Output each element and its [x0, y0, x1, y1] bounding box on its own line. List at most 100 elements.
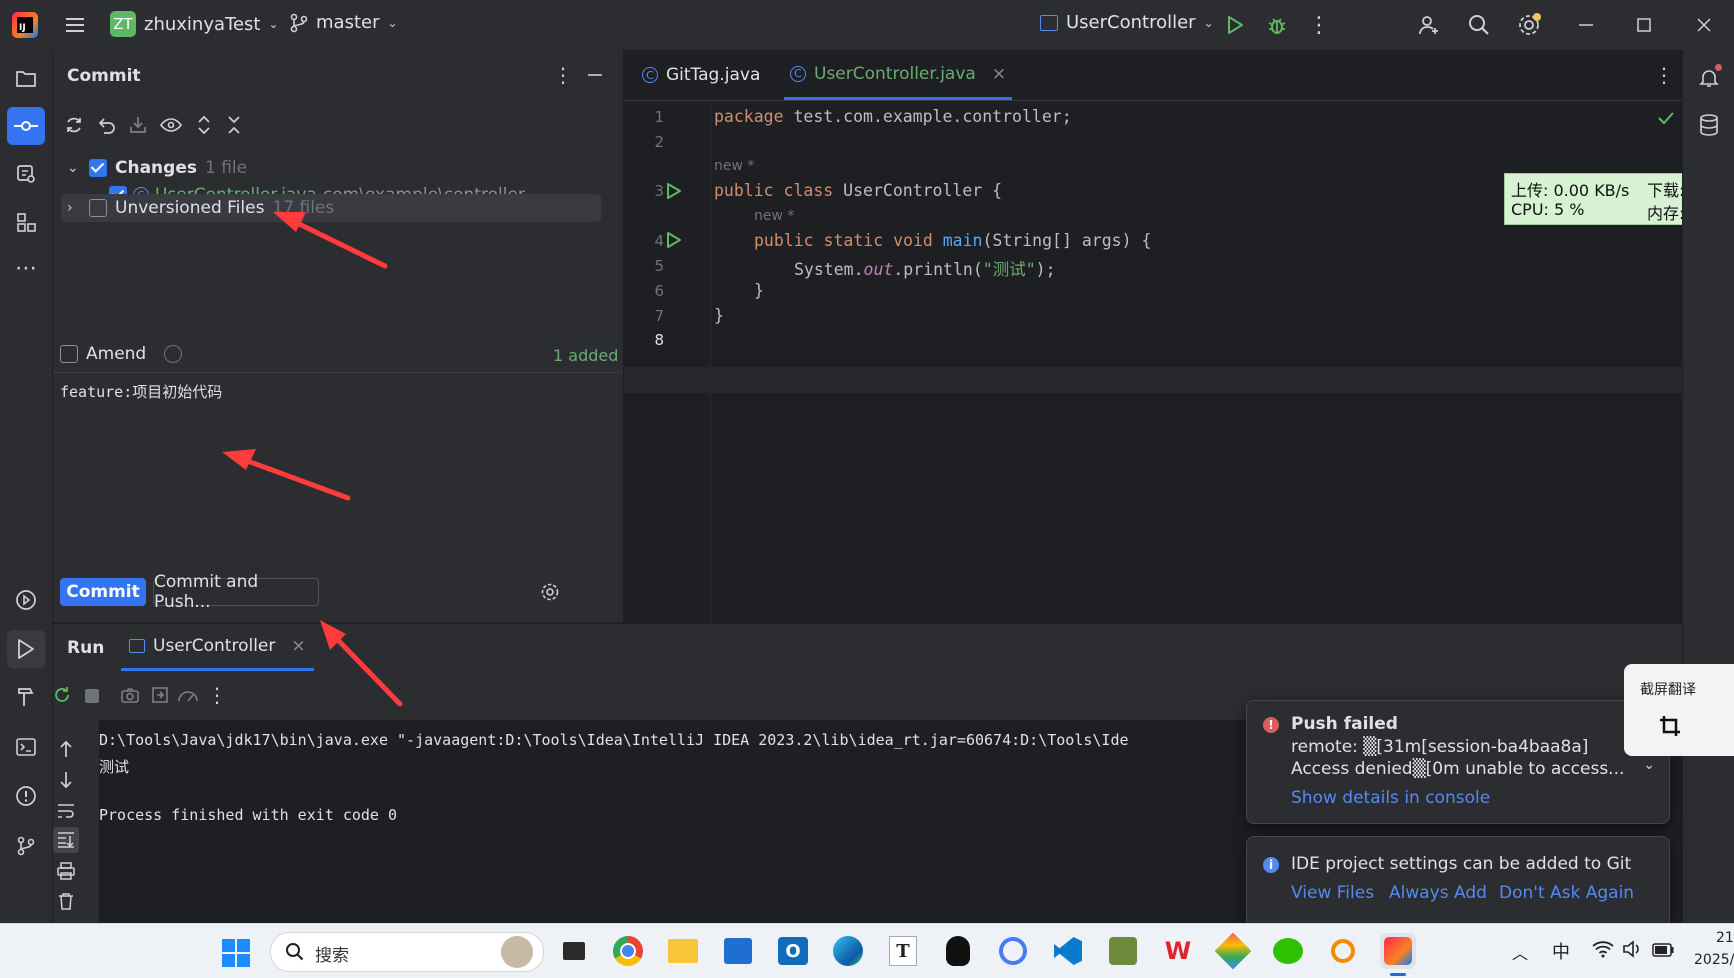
chevron-right-icon[interactable]: ›: [67, 200, 81, 216]
terminal-icon[interactable]: [7, 728, 45, 766]
more-tools-icon[interactable]: ⋯: [7, 249, 45, 287]
expand-chevron-icon[interactable]: ⌄: [1643, 757, 1655, 773]
add-user-icon[interactable]: [1414, 10, 1444, 40]
ime-indicator[interactable]: 中: [1552, 938, 1570, 964]
run-tab-usercontroller[interactable]: UserController ×: [121, 624, 314, 671]
clock-date[interactable]: 2025/: [1694, 952, 1734, 968]
code-line-5[interactable]: System.out.println("测试");: [794, 256, 1056, 280]
edge-icon[interactable]: [830, 933, 866, 969]
refresh-icon[interactable]: [63, 114, 85, 136]
wifi-icon[interactable]: [1592, 940, 1614, 963]
outlook-icon[interactable]: O: [775, 933, 811, 969]
view-files-link[interactable]: View Files: [1291, 883, 1374, 903]
main-menu-icon[interactable]: [62, 12, 88, 38]
services-icon[interactable]: [7, 581, 45, 619]
chrome-icon[interactable]: [610, 933, 646, 969]
code-line-4[interactable]: public static void main(String[] args) {: [754, 231, 1151, 250]
run-more-options-icon[interactable]: ⋮: [207, 683, 227, 707]
screenshot-translate-widget[interactable]: 截屏翻译: [1624, 664, 1734, 756]
intellij-logo-icon[interactable]: IJ: [12, 12, 38, 38]
shelve-icon[interactable]: [127, 114, 149, 136]
typora-icon[interactable]: T: [885, 933, 921, 969]
clear-trash-icon[interactable]: [55, 890, 77, 912]
hide-panel-icon[interactable]: [585, 64, 605, 86]
ide-settings-notification[interactable]: i IDE project settings can be added to G…: [1246, 836, 1670, 928]
chevron-down-icon[interactable]: ⌄: [67, 160, 81, 176]
problems-icon[interactable]: [7, 777, 45, 815]
project-selector[interactable]: ZT zhuxinyaTest ⌄: [110, 11, 279, 37]
commit-options-gear-icon[interactable]: [539, 581, 561, 603]
run-tool-icon[interactable]: [7, 630, 45, 668]
minimize-window-icon[interactable]: [1572, 12, 1600, 38]
unversioned-checkbox[interactable]: [89, 199, 107, 217]
branch-selector[interactable]: master ⌄: [290, 12, 398, 33]
print-icon[interactable]: [55, 860, 77, 882]
amend-checkbox[interactable]: [60, 345, 78, 363]
profiler-gauge-icon[interactable]: [177, 684, 199, 706]
amend-row[interactable]: Amend: [60, 344, 183, 364]
search-icon[interactable]: [1464, 10, 1494, 40]
colorful-app-icon[interactable]: [1214, 932, 1252, 970]
structure-icon[interactable]: [7, 203, 45, 241]
commit-message-area[interactable]: feature:项目初始代码: [53, 372, 623, 563]
rerun-icon[interactable]: [51, 684, 73, 706]
soft-wrap-icon[interactable]: [55, 800, 77, 822]
run-config-selector[interactable]: UserController ⌄: [1040, 12, 1214, 33]
dont-ask-again-link[interactable]: Don't Ask Again: [1499, 883, 1634, 903]
commit-button[interactable]: Commit: [60, 578, 146, 606]
build-hammer-icon[interactable]: [7, 678, 45, 716]
collapse-all-icon[interactable]: [223, 114, 245, 136]
show-details-link[interactable]: Show details in console: [1291, 788, 1490, 808]
changes-checkbox[interactable]: [89, 159, 107, 177]
git-tool-icon[interactable]: [1105, 933, 1141, 969]
commit-and-push-button[interactable]: Commit and Push...: [153, 572, 319, 612]
panel-options-icon[interactable]: ⋮: [553, 63, 573, 87]
qq-icon[interactable]: [940, 933, 976, 969]
debug-icon[interactable]: [1264, 12, 1290, 38]
notifications-bell-icon[interactable]: [1690, 59, 1728, 97]
volume-icon[interactable]: [1622, 940, 1642, 963]
restore-layout-icon[interactable]: [149, 684, 171, 706]
scroll-to-end-icon[interactable]: [53, 827, 79, 853]
always-add-link[interactable]: Always Add: [1389, 883, 1487, 903]
stop-icon[interactable]: [85, 689, 99, 703]
commit-tool-icon[interactable]: [7, 107, 45, 145]
expand-all-icon[interactable]: [193, 114, 215, 136]
maximize-window-icon[interactable]: [1630, 12, 1658, 38]
task-view-icon[interactable]: [556, 933, 592, 969]
no-problems-check-icon[interactable]: [1658, 110, 1674, 130]
close-window-icon[interactable]: [1690, 12, 1718, 38]
code-line-3[interactable]: public class UserController {: [714, 181, 1002, 200]
clock-time[interactable]: 21: [1716, 930, 1734, 946]
code-line-6[interactable]: }: [754, 281, 764, 300]
windows-start-icon[interactable]: [222, 939, 250, 967]
code-line-1[interactable]: package test.com.example.controller;: [714, 107, 1072, 126]
history-clock-icon[interactable]: [164, 345, 183, 363]
unversioned-files-row[interactable]: › Unversioned Files 17 files: [67, 198, 334, 218]
screenshot-camera-icon[interactable]: [119, 684, 141, 706]
settings-gear-icon[interactable]: [1514, 10, 1544, 40]
store-icon[interactable]: [720, 933, 756, 969]
file-explorer-icon[interactable]: [665, 933, 701, 969]
database-icon[interactable]: [1690, 106, 1728, 144]
scroll-up-arrow-icon[interactable]: [55, 738, 77, 760]
intellij-taskbar-icon[interactable]: [1380, 933, 1416, 969]
push-failed-notification[interactable]: ! Push failed remote: ▒[31m[session-ba4b…: [1246, 700, 1670, 824]
vscode-icon[interactable]: [1050, 933, 1086, 969]
tab-gittag-java[interactable]: C GitTag.java: [642, 50, 760, 100]
wps-icon[interactable]: W: [1160, 933, 1196, 969]
code-line-7[interactable]: }: [714, 306, 724, 325]
rollback-icon[interactable]: [95, 114, 117, 136]
search-everything-icon[interactable]: [1325, 933, 1361, 969]
pull-requests-icon[interactable]: [7, 155, 45, 193]
close-tab-icon[interactable]: ×: [291, 636, 305, 656]
run-gutter-icon[interactable]: [666, 231, 682, 254]
tab-options-icon[interactable]: ⋮: [1654, 63, 1674, 87]
changes-node[interactable]: ⌄ Changes 1 file: [67, 158, 247, 178]
scroll-down-arrow-icon[interactable]: [55, 769, 77, 791]
network-app-icon[interactable]: [995, 933, 1031, 969]
taskbar-search-box[interactable]: 搜索: [270, 932, 544, 972]
wechat-icon[interactable]: [1270, 933, 1306, 969]
tab-usercontroller-java[interactable]: C UserController.java ×: [784, 50, 1013, 100]
git-log-icon[interactable]: [7, 827, 45, 865]
